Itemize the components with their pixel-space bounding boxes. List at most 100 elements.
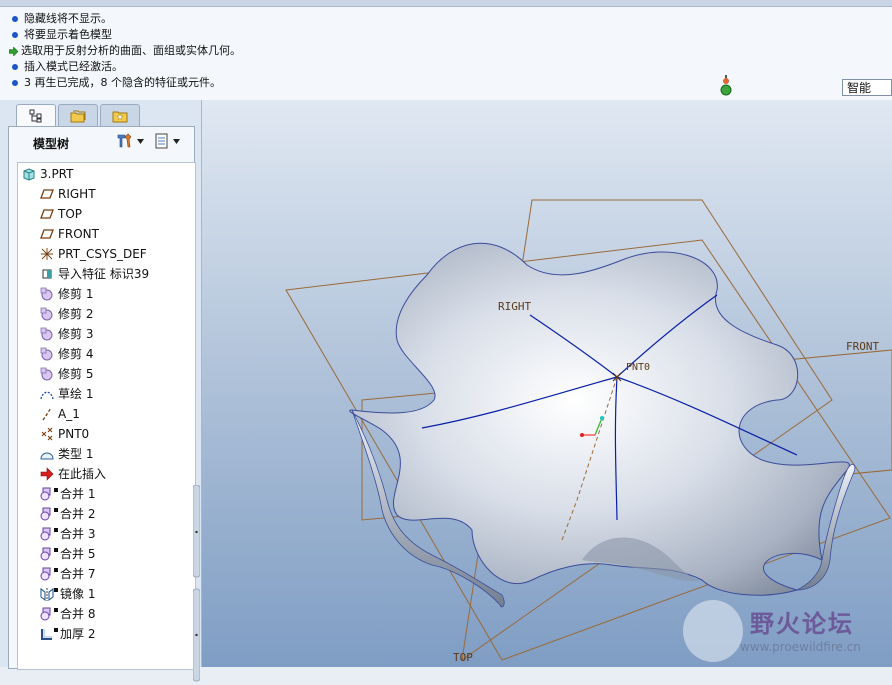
tree-item[interactable]: 合并 2 bbox=[40, 504, 95, 524]
tree-show-button[interactable] bbox=[154, 133, 180, 149]
model-3d-view[interactable]: RIGHT FRONT TOP PNT0 bbox=[202, 100, 892, 667]
tree-item[interactable]: RIGHT bbox=[40, 184, 96, 204]
feature-marker-icon bbox=[54, 508, 58, 512]
chevron-down-icon bbox=[173, 138, 180, 144]
tree-item[interactable]: 修剪 2 bbox=[40, 304, 93, 324]
info-bullet-icon bbox=[12, 80, 18, 86]
tree-item[interactable]: TOP bbox=[40, 204, 82, 224]
tree-item[interactable]: 类型 1 bbox=[40, 444, 93, 464]
folder-icon bbox=[70, 110, 86, 122]
chevron-down-icon bbox=[137, 138, 144, 144]
tree-item[interactable]: FRONT bbox=[40, 224, 99, 244]
tree-item-label: 草绘 1 bbox=[58, 387, 94, 401]
info-bullet-icon bbox=[12, 64, 18, 70]
message-line: 隐藏线将不显示。 bbox=[12, 11, 112, 27]
selection-filter-select[interactable]: 智能 bbox=[842, 79, 892, 96]
tree-item[interactable]: 在此插入 bbox=[40, 464, 106, 484]
navigator-tabs bbox=[16, 104, 142, 126]
tree-item-label: 加厚 2 bbox=[60, 627, 96, 641]
tree-item-label: RIGHT bbox=[58, 187, 96, 201]
trim-icon bbox=[40, 307, 54, 321]
merge-icon bbox=[40, 527, 54, 541]
watermark-logo-icon bbox=[683, 600, 743, 662]
trim-icon bbox=[40, 327, 54, 341]
tree-item-label: 合并 3 bbox=[60, 527, 96, 541]
info-bullet-icon bbox=[12, 32, 18, 38]
tree-item-label: 修剪 2 bbox=[58, 307, 94, 321]
thicken-icon bbox=[40, 627, 54, 641]
tab-model-tree[interactable] bbox=[16, 104, 56, 126]
model-tree-list: 3.PRT RIGHT TOP FRONT PRT_CSYS_DEF 导入特征 标识39 修… bbox=[17, 162, 196, 670]
tree-item[interactable]: 合并 1 bbox=[40, 484, 95, 504]
tree-item-label: 合并 7 bbox=[60, 567, 96, 581]
part-icon bbox=[22, 167, 36, 181]
tab-favorites[interactable] bbox=[100, 104, 140, 126]
tree-item[interactable]: 导入特征 标识39 bbox=[40, 264, 149, 284]
label-top: TOP bbox=[453, 651, 473, 664]
tree-item-label: 修剪 5 bbox=[58, 367, 94, 381]
graphics-window[interactable]: RIGHT FRONT TOP PNT0 bbox=[202, 100, 892, 667]
regen-status-icon[interactable] bbox=[720, 75, 732, 97]
model-tree-frame: 模型树 3.PRT RIGHT TOP FRONT PRT_CSYS_DEF 导入特征 标… bbox=[8, 126, 196, 670]
message-text: 选取用于反射分析的曲面、面组或实体几何。 bbox=[21, 44, 241, 57]
prompt-arrow-icon bbox=[9, 46, 18, 56]
tree-item[interactable]: 修剪 4 bbox=[40, 344, 93, 364]
tree-item[interactable]: 修剪 1 bbox=[40, 284, 93, 304]
message-line: 3 再生已完成，8 个隐含的特征或元件。 bbox=[12, 75, 221, 91]
tree-item[interactable]: PNT0 bbox=[40, 424, 89, 444]
tree-item-label: FRONT bbox=[58, 227, 99, 241]
tree-item-label: 合并 5 bbox=[60, 547, 96, 561]
mirror-icon bbox=[40, 587, 54, 602]
tree-item[interactable]: 修剪 3 bbox=[40, 324, 93, 344]
tree-item[interactable]: 合并 3 bbox=[40, 524, 95, 544]
message-text: 隐藏线将不显示。 bbox=[24, 12, 112, 25]
merge-icon bbox=[40, 487, 54, 501]
merge-icon bbox=[40, 607, 54, 621]
message-area: 隐藏线将不显示。 将要显示着色模型 选取用于反射分析的曲面、面组或实体几何。 插… bbox=[0, 7, 892, 101]
shaded-surface-body[interactable] bbox=[349, 242, 850, 596]
message-line: 选取用于反射分析的曲面、面组或实体几何。 bbox=[9, 43, 241, 59]
trim-icon bbox=[40, 367, 54, 381]
message-text: 3 再生已完成，8 个隐含的特征或元件。 bbox=[24, 76, 221, 89]
tree-item[interactable]: 修剪 5 bbox=[40, 364, 93, 384]
coordinate-system-icon bbox=[40, 247, 54, 261]
feature-marker-icon bbox=[54, 588, 58, 592]
datum-plane-icon bbox=[40, 227, 54, 241]
trim-icon bbox=[40, 287, 54, 301]
feature-marker-icon bbox=[54, 568, 58, 572]
tree-item[interactable]: 合并 5 bbox=[40, 544, 95, 564]
tree-settings-button[interactable] bbox=[116, 133, 144, 149]
tree-item[interactable]: 加厚 2 bbox=[40, 624, 95, 644]
tree-item-label: 修剪 1 bbox=[58, 287, 94, 301]
tree-item-label: 导入特征 标识39 bbox=[58, 267, 150, 281]
tree-item[interactable]: 合并 7 bbox=[40, 564, 95, 584]
label-right: RIGHT bbox=[498, 300, 531, 313]
merge-icon bbox=[40, 567, 54, 581]
feature-marker-icon bbox=[54, 548, 58, 552]
label-front: FRONT bbox=[846, 340, 879, 353]
import-feature-icon bbox=[40, 267, 54, 281]
navigator-panel: 模型树 3.PRT RIGHT TOP FRONT PRT_CSYS_DEF 导入特征 标… bbox=[0, 100, 202, 682]
tree-item-label: 修剪 3 bbox=[58, 327, 94, 341]
tab-folder-browser[interactable] bbox=[58, 104, 98, 126]
model-tree-title: 模型树 bbox=[33, 137, 70, 151]
message-text: 插入模式已经激活。 bbox=[24, 60, 123, 73]
tree-item[interactable]: PRT_CSYS_DEF bbox=[40, 244, 147, 264]
tree-item[interactable]: 3.PRT bbox=[22, 164, 73, 184]
tree-item-label: A_1 bbox=[58, 407, 80, 421]
datum-plane-icon bbox=[40, 207, 54, 221]
feature-marker-icon bbox=[54, 608, 58, 612]
tree-item-label: 类型 1 bbox=[58, 447, 94, 461]
panel-splitter-handle[interactable] bbox=[193, 485, 200, 685]
style-icon bbox=[40, 447, 54, 461]
tree-item-label: PNT0 bbox=[58, 427, 90, 441]
message-line: 插入模式已经激活。 bbox=[12, 59, 123, 75]
tree-item-label: 3.PRT bbox=[40, 167, 74, 181]
datum-plane-icon bbox=[40, 187, 54, 201]
tree-item-label: 合并 2 bbox=[60, 507, 96, 521]
tree-item[interactable]: A_1 bbox=[40, 404, 80, 424]
tree-item[interactable]: 合并 8 bbox=[40, 604, 95, 624]
tree-item[interactable]: 镜像 1 bbox=[40, 584, 95, 604]
tree-item[interactable]: 草绘 1 bbox=[40, 384, 93, 404]
message-text: 将要显示着色模型 bbox=[24, 28, 112, 41]
